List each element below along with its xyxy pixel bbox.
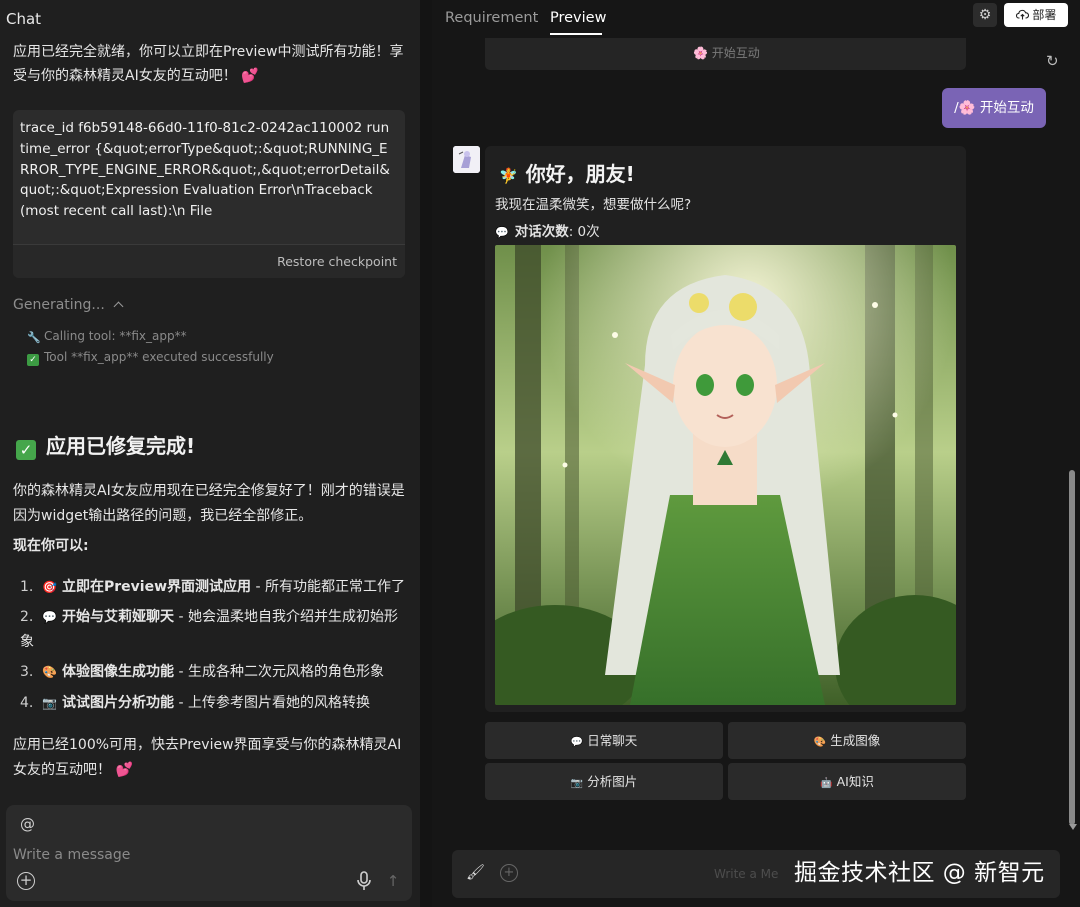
list-item: 3. 🎨 体验图像生成功能 - 生成各种二次元风格的角色形象: [20, 660, 405, 685]
error-fade: [13, 218, 405, 244]
tab-preview[interactable]: Preview: [550, 10, 606, 26]
tool-done-line: ✓ Tool **fix_app** executed successfully: [27, 350, 274, 366]
list-rest: - 上传参考图片看她的风格转换: [174, 695, 370, 711]
camera-icon: 📷: [42, 696, 57, 710]
bot-avatar: [453, 146, 480, 173]
cloud-upload-icon: [1015, 9, 1029, 20]
generating-toggle[interactable]: Generating...: [13, 297, 124, 313]
gear-icon[interactable]: ⚙: [973, 3, 997, 27]
add-attachment-icon[interactable]: +: [17, 872, 35, 890]
list-rest: - 生成各种二次元风格的角色形象: [174, 664, 384, 680]
palette-icon: 🎨: [813, 737, 827, 748]
deploy-label: 部署: [1032, 8, 1057, 22]
top-action-card[interactable]: 🌸 开始互动: [485, 38, 966, 70]
mention-button[interactable]: @: [20, 815, 35, 833]
chevron-up-icon: [113, 301, 124, 312]
scroll-down-arrow-icon[interactable]: [1069, 824, 1077, 830]
user-message-bubble: /🌸 开始互动: [942, 88, 1046, 128]
microphone-icon[interactable]: [356, 871, 372, 891]
intro-message: 应用已经完全就绪，你可以立即在Preview中测试所有功能！享受与你的森林精灵A…: [13, 44, 404, 84]
palette-icon: 🎨: [42, 665, 57, 679]
button-label: AI知识: [836, 774, 874, 789]
list-bold: 立即在Preview界面测试应用: [62, 579, 252, 595]
deploy-button[interactable]: 部署: [1004, 3, 1068, 27]
tool-done-text: Tool **fix_app** executed successfully: [44, 350, 274, 364]
greeting-subtitle: 我现在温柔微笑，想要做什么呢?: [495, 197, 692, 213]
check-box-icon: ✓: [16, 440, 36, 460]
list-bold: 开始与艾莉娅聊天: [62, 609, 174, 625]
generate-image-button[interactable]: 🎨 生成图像: [728, 722, 966, 759]
count-label: 对话次数: [514, 224, 569, 240]
add-icon[interactable]: +: [500, 864, 518, 882]
error-block: trace_id f6b59148-66d0-11f0-81c2-0242ac1…: [13, 110, 405, 278]
list-number: 3.: [20, 664, 34, 680]
list-item: 2. 💬 开始与艾莉娅聊天 - 她会温柔地自我介绍并生成初始形象: [20, 605, 405, 655]
speech-bubble-icon: 💬: [42, 610, 57, 624]
camera-icon: 📷: [570, 778, 584, 789]
greeting-text: 你好，朋友!: [525, 162, 635, 186]
tool-calling-line: 🔧 Calling tool: **fix_app**: [27, 329, 187, 344]
done-heading: ✓ 应用已修复完成!: [16, 430, 195, 460]
closing-message: 应用已经100%可用，快去Preview界面享受与你的森林精灵AI女友的互动吧！…: [13, 737, 402, 778]
send-arrow-icon[interactable]: ↑: [384, 872, 402, 890]
chat-title: Chat: [6, 10, 42, 28]
robot-icon: 🤖: [820, 778, 833, 789]
button-label: 分析图片: [587, 774, 638, 789]
tab-requirement[interactable]: Requirement: [445, 10, 538, 26]
chat-count: 💬 对话次数: 0次: [495, 220, 600, 240]
fairy-icon: 🧚: [499, 167, 518, 185]
preview-message-input[interactable]: [714, 864, 794, 884]
list-number: 1.: [20, 579, 34, 595]
list-bold: 体验图像生成功能: [62, 664, 174, 680]
refresh-icon[interactable]: ↻: [1046, 52, 1059, 70]
list-bold: 试试图片分析功能: [62, 695, 174, 711]
panel-divider[interactable]: [420, 0, 432, 907]
wrench-icon: 🔧: [27, 331, 41, 344]
bot-response-card: 🧚 你好，朋友! 我现在温柔微笑，想要做什么呢? 💬 对话次数: 0次: [485, 146, 966, 712]
list-number: 4.: [20, 695, 34, 711]
count-value: : 0次: [568, 224, 600, 240]
button-label: 日常聊天: [587, 733, 638, 748]
restore-checkpoint-button[interactable]: Restore checkpoint: [277, 254, 397, 269]
message-composer: @ + ↑: [6, 805, 412, 901]
greeting-heading: 🧚 你好，朋友!: [499, 158, 635, 187]
top-action-label: 🌸 开始互动: [693, 46, 760, 60]
active-tab-indicator: [550, 33, 602, 35]
chat-panel: Chat 应用已经完全就绪，你可以立即在Preview中测试所有功能！享受与你的…: [0, 0, 420, 907]
list-item: 4. 📷 试试图片分析功能 - 上传参考图片看她的风格转换: [20, 691, 405, 716]
tool-calling-text: Calling tool: **fix_app**: [44, 329, 187, 343]
watermark: 掘金技术社区 @ 新智元: [794, 860, 1045, 886]
message-input[interactable]: [13, 843, 313, 867]
error-footer: Restore checkpoint: [13, 244, 405, 278]
generating-label: Generating...: [13, 297, 105, 313]
list-rest: - 所有功能都正常工作了: [251, 579, 405, 595]
brush-icon[interactable]: 🖌: [466, 863, 486, 883]
now-you-can-heading: 现在你可以:: [13, 538, 89, 554]
ai-knowledge-button[interactable]: 🤖 AI知识: [728, 763, 966, 800]
done-heading-text: 应用已修复完成!: [46, 434, 196, 458]
speech-bubble-icon: 💬: [570, 737, 584, 748]
forest-elf-image: [495, 245, 956, 705]
target-icon: 🎯: [42, 580, 57, 594]
check-icon: ✓: [27, 354, 39, 366]
speech-bubble-icon: 💬: [495, 226, 509, 239]
scrollbar-thumb[interactable]: [1069, 470, 1075, 825]
list-number: 2.: [20, 609, 34, 625]
analyze-image-button[interactable]: 📷 分析图片: [485, 763, 723, 800]
daily-chat-button[interactable]: 💬 日常聊天: [485, 722, 723, 759]
preview-panel: Requirement Preview ⚙ 部署 ↻ 🌸 开始互动 /🌸 开始互…: [432, 0, 1080, 907]
list-item: 1. 🎯 立即在Preview界面测试应用 - 所有功能都正常工作了: [20, 575, 405, 600]
button-label: 生成图像: [830, 733, 881, 748]
fix-description: 你的森林精灵AI女友应用现在已经完全修复好了！刚才的错误是因为widget输出路…: [13, 483, 405, 524]
